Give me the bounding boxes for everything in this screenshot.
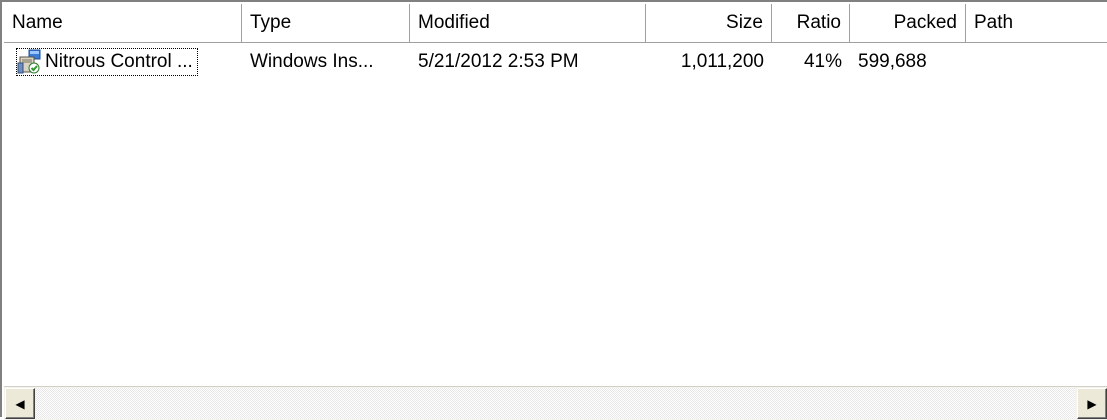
column-header-size[interactable]: Size: [646, 4, 772, 42]
column-header-packed[interactable]: Packed: [850, 4, 966, 42]
table-row[interactable]: Nitrous Control ... Windows Ins... 5/21/…: [4, 43, 1107, 81]
column-header-name[interactable]: Name: [4, 4, 242, 42]
cell-type: Windows Ins...: [250, 51, 374, 72]
file-list-rows: Nitrous Control ... Windows Ins... 5/21/…: [4, 43, 1107, 81]
scroll-right-button[interactable]: ▶: [1077, 388, 1107, 419]
cell-modified: 5/21/2012 2:53 PM: [418, 51, 579, 72]
file-name: Nitrous Control ...: [45, 51, 193, 72]
cell-packed: 599,688: [858, 51, 927, 72]
column-header-path[interactable]: Path: [966, 4, 1107, 42]
column-header-bar: Name Type Modified Size Ratio Packed Pat…: [4, 4, 1107, 43]
column-header-ratio[interactable]: Ratio: [772, 4, 850, 42]
focus-rectangle: Nitrous Control ...: [16, 48, 198, 76]
installer-package-icon: [17, 49, 43, 75]
file-list-view[interactable]: Name Type Modified Size Ratio Packed Pat…: [0, 0, 1107, 420]
cell-ratio: 41%: [803, 51, 842, 72]
chevron-left-icon: ◀: [15, 396, 25, 411]
cell-name[interactable]: Nitrous Control ...: [4, 48, 242, 76]
chevron-right-icon: ▶: [1087, 396, 1097, 411]
column-header-modified[interactable]: Modified: [410, 4, 646, 42]
cell-size: 1,011,200: [680, 51, 764, 72]
column-header-type[interactable]: Type: [242, 4, 410, 42]
horizontal-scrollbar[interactable]: ◀ ▶: [4, 386, 1107, 420]
scroll-track[interactable]: [36, 388, 1075, 419]
scroll-left-button[interactable]: ◀: [5, 388, 35, 419]
